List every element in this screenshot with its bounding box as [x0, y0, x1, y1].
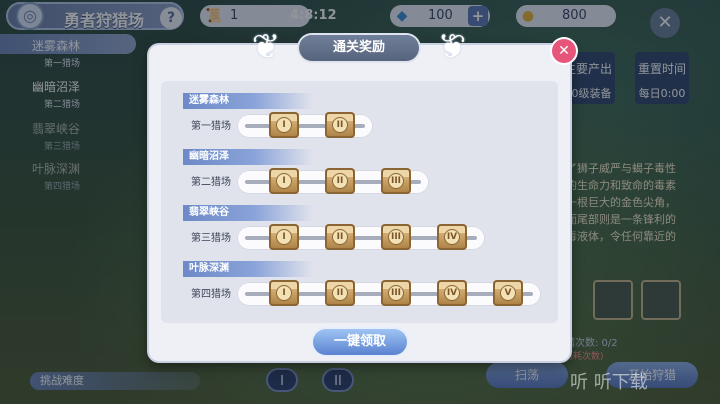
chest-tier-label: III — [389, 286, 403, 300]
clear-rewards-dialog: ❦ ❦ 通关奖励 ✕ 迷雾森林 第一猎场 I II 幽暗沼泽 第二猎场 I II III 翡翠峡谷… — [149, 27, 576, 361]
chest-icon[interactable]: I — [269, 280, 299, 306]
chest-tier-label: III — [389, 174, 403, 188]
group-area-label: 叶脉深渊 — [183, 261, 313, 277]
right-wing-icon: ❦ — [437, 27, 467, 67]
reward-track: I II III IV V — [237, 280, 541, 306]
chest-icon[interactable]: II — [325, 224, 355, 250]
hunting-field-label: 第二猎场 — [191, 177, 231, 188]
hunting-field-label: 第四猎场 — [191, 289, 231, 300]
chest-tier-label: I — [277, 118, 291, 132]
dialog-close-button[interactable]: ✕ — [552, 39, 576, 63]
hunting-field-label: 第一猎场 — [191, 121, 231, 132]
chest-tier-label: II — [333, 174, 347, 188]
left-wing-icon: ❦ — [251, 27, 281, 67]
chest-tier-label: V — [501, 286, 515, 300]
reward-group: 叶脉深渊 第四猎场 I II III IV V — [173, 261, 563, 317]
group-area-label: 迷雾森林 — [183, 93, 313, 109]
chest-icon[interactable]: IV — [437, 280, 467, 306]
reward-group: 幽暗沼泽 第二猎场 I II III — [173, 149, 563, 205]
reward-track: I II — [237, 112, 373, 138]
dialog-title: 通关奖励 — [299, 35, 419, 61]
chest-icon[interactable]: III — [381, 224, 411, 250]
chest-tier-label: I — [277, 230, 291, 244]
chest-icon[interactable]: V — [493, 280, 523, 306]
hunting-field-label: 第三猎场 — [191, 233, 231, 244]
chest-icon[interactable]: I — [269, 168, 299, 194]
chest-tier-label: I — [277, 174, 291, 188]
chest-tier-label: II — [333, 286, 347, 300]
chest-icon[interactable]: IV — [437, 224, 467, 250]
reward-group: 迷雾森林 第一猎场 I II — [173, 93, 563, 149]
chest-icon[interactable]: II — [325, 168, 355, 194]
chest-tier-label: IV — [445, 230, 459, 244]
group-area-label: 翡翠峡谷 — [183, 205, 313, 221]
chest-icon[interactable]: III — [381, 168, 411, 194]
claim-all-button[interactable]: 一键领取 — [313, 329, 407, 355]
chest-tier-label: II — [333, 118, 347, 132]
watermark-text: 听 听下载 — [570, 372, 648, 393]
reward-track: I II III IV — [237, 224, 485, 250]
chest-tier-label: I — [277, 286, 291, 300]
dialog-header: ❦ ❦ 通关奖励 — [252, 27, 467, 67]
reward-group: 翡翠峡谷 第三猎场 I II III IV — [173, 205, 563, 261]
chest-icon[interactable]: I — [269, 112, 299, 138]
chest-icon[interactable]: I — [269, 224, 299, 250]
rewards-list: 迷雾森林 第一猎场 I II 幽暗沼泽 第二猎场 I II III 翡翠峡谷 第三猎场 I II III I… — [161, 81, 558, 323]
group-area-label: 幽暗沼泽 — [183, 149, 313, 165]
chest-tier-label: IV — [445, 286, 459, 300]
chest-icon[interactable]: III — [381, 280, 411, 306]
chest-icon[interactable]: II — [325, 112, 355, 138]
chest-icon[interactable]: II — [325, 280, 355, 306]
chest-tier-label: III — [389, 230, 403, 244]
reward-track: I II III — [237, 168, 429, 194]
chest-tier-label: II — [333, 230, 347, 244]
